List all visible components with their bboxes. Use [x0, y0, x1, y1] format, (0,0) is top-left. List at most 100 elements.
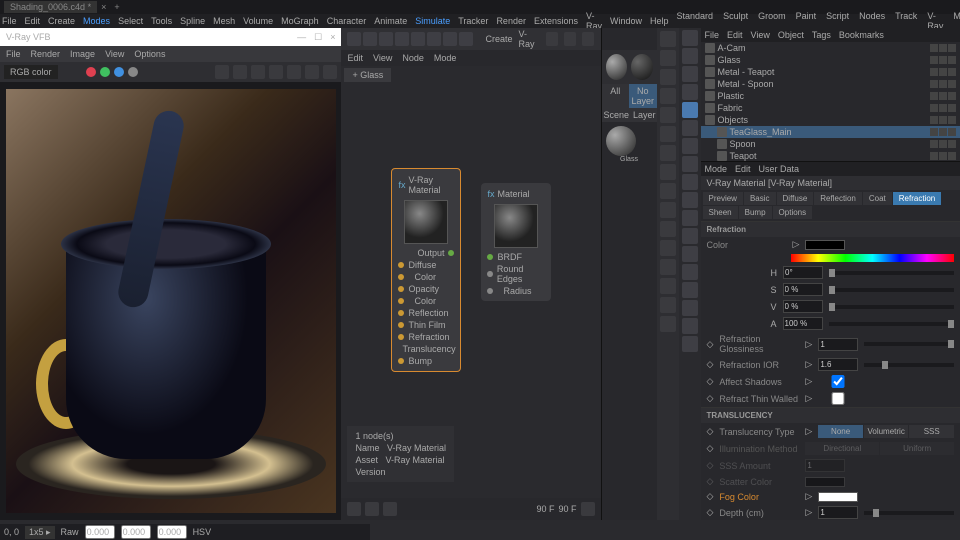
material-ball[interactable]: [631, 54, 653, 80]
depth-input[interactable]: [818, 506, 858, 519]
menu-volume[interactable]: Volume: [243, 16, 273, 26]
thin-checkbox[interactable]: [818, 392, 858, 405]
sat-slider[interactable]: [829, 288, 954, 292]
green-dot-icon[interactable]: [100, 67, 110, 77]
sat-input[interactable]: [783, 283, 823, 296]
ol-menu-file[interactable]: File: [705, 30, 720, 40]
panel-icon[interactable]: [682, 336, 698, 352]
outliner-row[interactable]: TeaGlass_Main: [701, 126, 960, 138]
stat-input[interactable]: [121, 525, 151, 539]
panel-icon[interactable]: [682, 138, 698, 154]
palette-icon[interactable]: [660, 69, 676, 85]
tool-icon[interactable]: [215, 65, 229, 79]
hue-strip[interactable]: [791, 254, 955, 262]
na-tool-icon[interactable]: [395, 32, 409, 46]
na-tool-icon[interactable]: [411, 32, 425, 46]
gloss-input[interactable]: [818, 338, 858, 351]
tab-coat[interactable]: Coat: [863, 192, 892, 205]
palette-icon[interactable]: [660, 202, 676, 218]
menu-character[interactable]: Character: [327, 16, 367, 26]
input-port[interactable]: [398, 286, 404, 292]
na-tool-icon[interactable]: [379, 32, 393, 46]
input-port[interactable]: [487, 254, 493, 260]
panel-icon[interactable]: [682, 264, 698, 280]
palette-icon[interactable]: [660, 31, 676, 47]
tool-icon[interactable]: [323, 65, 337, 79]
val-slider[interactable]: [829, 305, 954, 309]
hue-slider[interactable]: [829, 271, 954, 275]
vfb-menu-file[interactable]: File: [6, 49, 21, 59]
close-icon[interactable]: ×: [330, 32, 335, 43]
red-dot-icon[interactable]: [86, 67, 96, 77]
val-input[interactable]: [783, 300, 823, 313]
ior-slider[interactable]: [864, 363, 954, 367]
input-port[interactable]: [398, 298, 404, 304]
palette-icon[interactable]: [660, 297, 676, 313]
outliner-row[interactable]: A-Cam: [701, 42, 960, 54]
menu-help[interactable]: Help: [650, 16, 669, 26]
outliner-row[interactable]: Glass: [701, 54, 960, 66]
na-sub-view[interactable]: View: [373, 53, 392, 63]
palette-icon[interactable]: [660, 221, 676, 237]
material-tab[interactable]: + Glass: [344, 68, 391, 82]
menu-select[interactable]: Select: [118, 16, 143, 26]
ol-menu-tags[interactable]: Tags: [812, 30, 831, 40]
vfb-menu-image[interactable]: Image: [70, 49, 95, 59]
object-manager[interactable]: A-CamGlassMetal - TeapotMetal - SpoonPla…: [701, 42, 960, 162]
ol-menu-bookmarks[interactable]: Bookmarks: [839, 30, 884, 40]
outliner-row[interactable]: Fabric: [701, 102, 960, 114]
na-tool-icon[interactable]: [383, 502, 397, 516]
menu-window[interactable]: Window: [610, 16, 642, 26]
material-glass[interactable]: [606, 126, 636, 156]
add-tab-icon[interactable]: +: [114, 2, 119, 12]
panel-icon[interactable]: [682, 282, 698, 298]
panel-icon[interactable]: [682, 174, 698, 190]
stat-input[interactable]: [157, 525, 187, 539]
na-tool-icon[interactable]: [347, 502, 361, 516]
attr-menu-userdata[interactable]: User Data: [759, 164, 800, 174]
outliner-row[interactable]: Metal - Spoon: [701, 78, 960, 90]
tab-bump[interactable]: Bump: [739, 206, 772, 219]
palette-icon[interactable]: [660, 88, 676, 104]
ol-menu-edit[interactable]: Edit: [727, 30, 743, 40]
filter-scene[interactable]: Scene: [602, 108, 632, 122]
na-tool-icon[interactable]: [582, 32, 594, 46]
section-translucency[interactable]: TRANSLUCENCY: [701, 407, 960, 423]
na-tool-icon[interactable]: [581, 502, 595, 516]
color-swatch[interactable]: [805, 240, 845, 250]
stat-input[interactable]: [85, 525, 115, 539]
panel-icon[interactable]: [682, 318, 698, 334]
filter-all[interactable]: All: [602, 84, 630, 108]
panel-icon[interactable]: [682, 48, 698, 64]
menu-render[interactable]: Render: [496, 16, 526, 26]
input-port[interactable]: [398, 358, 404, 364]
blue-dot-icon[interactable]: [114, 67, 124, 77]
na-tool-icon[interactable]: [365, 502, 379, 516]
tool-icon[interactable]: [233, 65, 247, 79]
na-sub-edit[interactable]: Edit: [347, 53, 363, 63]
menu-simulate[interactable]: Simulate: [415, 16, 450, 26]
maximize-icon[interactable]: ☐: [314, 32, 322, 43]
menu-tools[interactable]: Tools: [151, 16, 172, 26]
palette-icon[interactable]: [660, 126, 676, 142]
menu-edit[interactable]: Edit: [25, 16, 41, 26]
fog-swatch[interactable]: [818, 492, 858, 502]
vfb-menu-options[interactable]: Options: [134, 49, 165, 59]
panel-icon[interactable]: [682, 300, 698, 316]
palette-icon[interactable]: [660, 183, 676, 199]
panel-icon[interactable]: [682, 30, 698, 46]
input-port[interactable]: [487, 271, 492, 277]
input-port[interactable]: [487, 288, 493, 294]
outliner-row[interactable]: Metal - Teapot: [701, 66, 960, 78]
na-sub-mode[interactable]: Mode: [434, 53, 457, 63]
node-editor[interactable]: Create V-Ray Edit View Node Mode + Glass…: [341, 28, 600, 520]
na-sub-node[interactable]: Node: [402, 53, 424, 63]
panel-icon[interactable]: [682, 246, 698, 262]
vfb-menu-view[interactable]: View: [105, 49, 124, 59]
tool-icon[interactable]: [305, 65, 319, 79]
close-icon[interactable]: ×: [101, 2, 106, 12]
input-port[interactable]: [398, 322, 404, 328]
tab-sheen[interactable]: Sheen: [703, 206, 738, 219]
input-port[interactable]: [398, 262, 404, 268]
file-tab[interactable]: Shading_0006.c4d *: [4, 1, 97, 13]
